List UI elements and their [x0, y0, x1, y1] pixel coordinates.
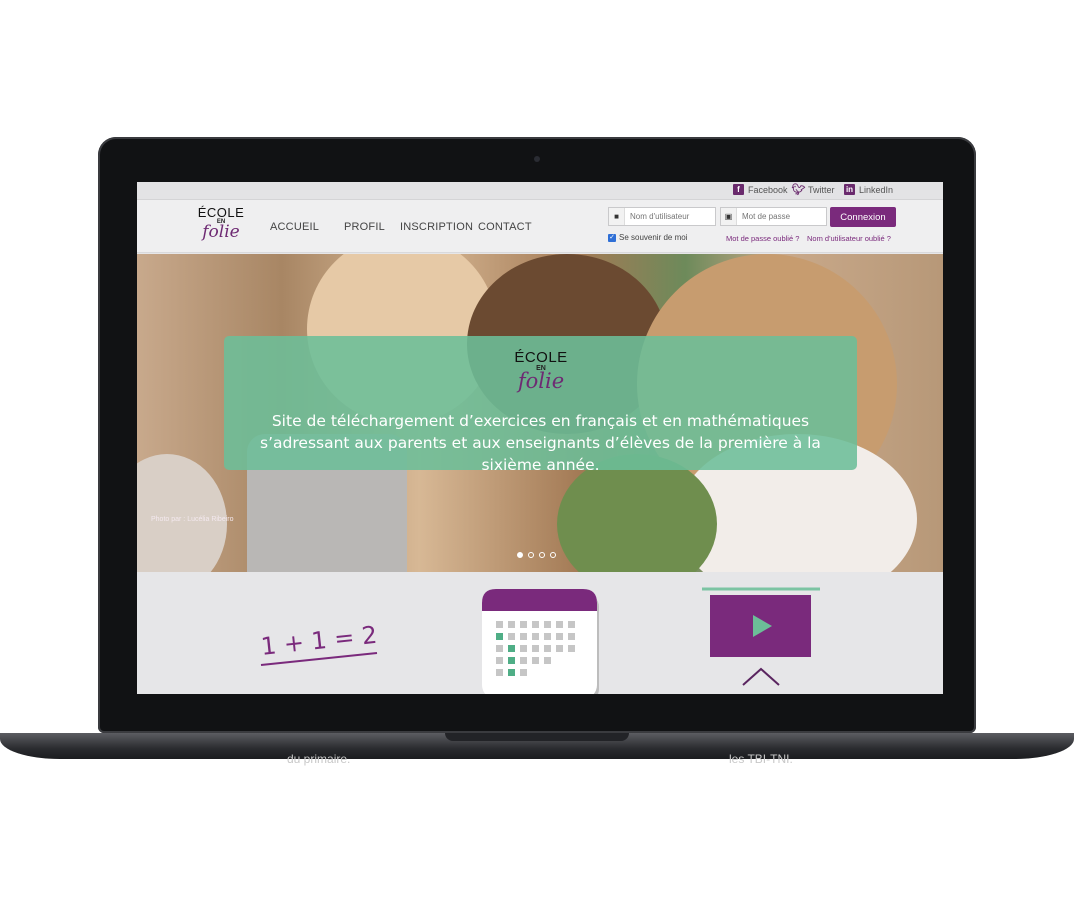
- facebook-link[interactable]: f Facebook: [733, 184, 788, 195]
- user-icon: ■: [609, 208, 625, 225]
- camera-icon: [534, 156, 540, 162]
- carousel-dots: [517, 552, 556, 558]
- forgot-password-link[interactable]: Mot de passe oublié ?: [726, 234, 799, 243]
- hero-caption-box: ÉCOLE EN folie Site de téléchargement d’…: [224, 336, 857, 474]
- hero-carousel: ÉCOLE EN folie Site de téléchargement d’…: [137, 254, 943, 572]
- browser-screen: f Facebook 🐦︎ Twitter in LinkedIn ÉCOLE …: [137, 182, 943, 694]
- site-header: ÉCOLE EN folie ACCUEIL PROFIL INSCRIPTIO…: [137, 200, 943, 253]
- carousel-dot[interactable]: [550, 552, 556, 558]
- photo-credit: Photo par : Lucélia Ribeiro: [151, 516, 234, 523]
- remember-label: Se souvenir de moi: [619, 233, 688, 242]
- logo-line2: folie: [202, 222, 240, 242]
- below-text-right: les TBI-TNI.: [729, 752, 793, 766]
- logo-line1: ÉCOLE: [197, 205, 245, 220]
- features-section: 1 + 1 = 2: [137, 573, 943, 694]
- site-logo[interactable]: ÉCOLE EN folie: [193, 205, 249, 242]
- remember-me[interactable]: ✓ Se souvenir de moi: [608, 233, 687, 242]
- feature-icons: 1 + 1 = 2: [260, 587, 820, 694]
- nav-item-inscription[interactable]: INSCRIPTION: [400, 221, 473, 233]
- hero-photo-shape: [137, 454, 227, 572]
- hero-logo-line1: ÉCOLE: [514, 349, 568, 366]
- password-input[interactable]: [737, 212, 817, 221]
- linkedin-link[interactable]: in LinkedIn: [844, 184, 893, 195]
- carousel-dot[interactable]: [539, 552, 545, 558]
- lock-icon: ▣: [721, 208, 737, 225]
- carousel-dot[interactable]: [528, 552, 534, 558]
- twitter-label: Twitter: [808, 184, 835, 195]
- username-field[interactable]: ■: [608, 207, 716, 226]
- username-input[interactable]: [625, 212, 705, 221]
- below-text-left: du primaire.: [287, 752, 351, 766]
- twitter-icon: 🐦︎: [791, 184, 806, 196]
- facebook-icon: f: [733, 184, 744, 195]
- nav-item-profil[interactable]: PROFIL: [344, 221, 385, 233]
- twitter-link[interactable]: 🐦︎ Twitter: [791, 184, 835, 196]
- password-field[interactable]: ▣: [720, 207, 827, 226]
- remember-checkbox[interactable]: ✓: [608, 233, 616, 242]
- linkedin-label: LinkedIn: [859, 184, 894, 195]
- laptop-notch: [445, 733, 629, 741]
- hero-logo-line2: folie: [517, 369, 565, 393]
- math-icon: 1 + 1 = 2: [260, 621, 378, 666]
- social-bar: f Facebook 🐦︎ Twitter in LinkedIn: [137, 182, 943, 200]
- facebook-label: Facebook: [748, 184, 788, 195]
- nav-item-accueil[interactable]: ACCUEIL: [270, 221, 319, 233]
- calendar-icon: [482, 589, 599, 694]
- carousel-dot[interactable]: [517, 552, 523, 558]
- login-button[interactable]: Connexion: [830, 207, 896, 227]
- video-board-icon: [702, 587, 820, 686]
- linkedin-icon: in: [844, 184, 855, 195]
- hero-caption: Site de téléchargement d’exercices en fr…: [260, 412, 821, 474]
- hero-logo: ÉCOLE EN folie: [503, 349, 579, 393]
- nav-item-contact[interactable]: CONTACT: [478, 221, 532, 233]
- forgot-username-link[interactable]: Nom d'utilisateur oublié ?: [807, 234, 891, 243]
